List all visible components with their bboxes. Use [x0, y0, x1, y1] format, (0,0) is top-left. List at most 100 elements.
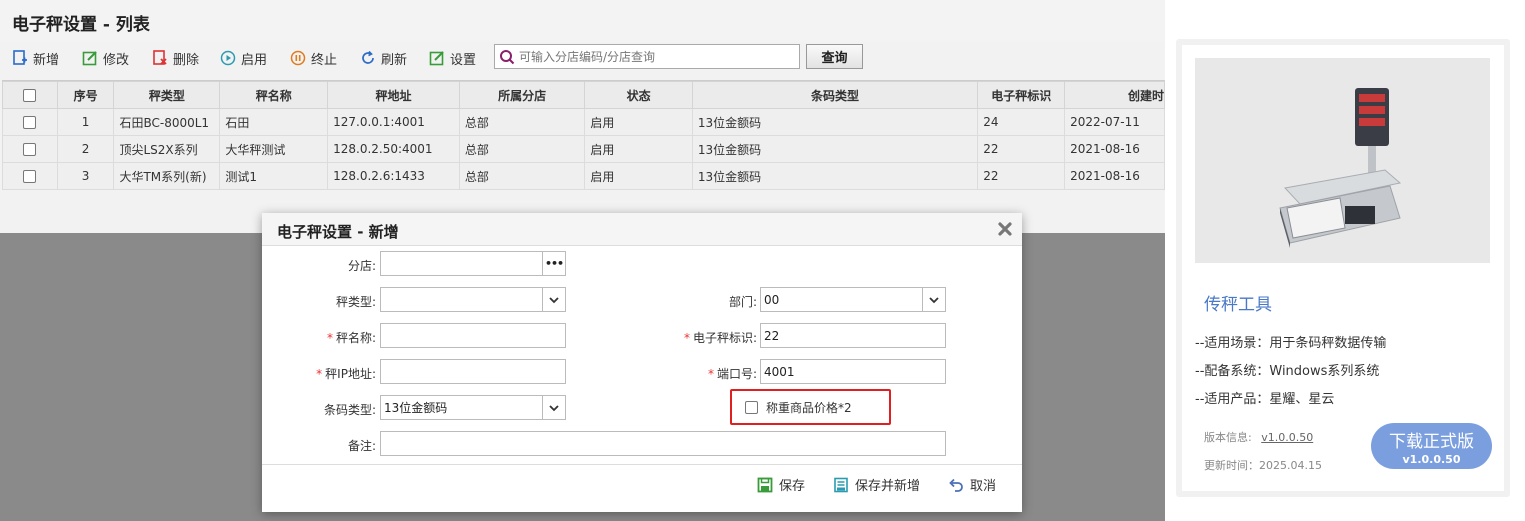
barcode-type-label-text: 条码类型:	[323, 403, 376, 417]
table-cell: 启用	[584, 162, 693, 190]
row-checkbox[interactable]	[23, 143, 37, 156]
column-header[interactable]: 创建时	[1064, 81, 1165, 109]
cancel-button[interactable]: 取消	[948, 475, 996, 494]
play-icon	[220, 50, 236, 66]
table-cell: 22	[977, 135, 1066, 163]
table-cell: 13位金额码	[691, 108, 979, 136]
refresh-label: 刷新	[381, 52, 408, 68]
table-cell: 2021-08-16	[1064, 135, 1165, 163]
table-cell: 2021-08-16	[1064, 162, 1165, 190]
search-input[interactable]	[519, 49, 789, 64]
branch-label-text: 分店:	[347, 259, 376, 273]
table-cell: 13位金额码	[691, 135, 979, 163]
double-price-checkbox[interactable]	[745, 401, 758, 414]
department-label-text: 部门:	[728, 295, 757, 309]
search-box[interactable]	[494, 44, 800, 69]
select-all-header[interactable]	[2, 81, 58, 109]
table-row[interactable]: 1 石田BC-8000L1 石田 127.0.0.1:4001 总部 启用 13…	[2, 108, 1165, 136]
table-cell: 24	[977, 108, 1066, 136]
table-cell: 石田	[219, 108, 329, 136]
table-cell: 127.0.0.1:4001	[327, 108, 460, 136]
required-mark: *	[707, 367, 714, 381]
table-cell: 测试1	[219, 162, 329, 190]
table-cell: 总部	[458, 135, 586, 163]
table-row[interactable]: 2 顶尖LS2X系列 大华秤测试 128.0.2.50:4001 总部 启用 1…	[2, 135, 1165, 163]
download-button[interactable]: 下载正式版 v1.0.0.50	[1371, 423, 1492, 469]
column-header[interactable]: 序号	[56, 81, 115, 109]
table-cell: 22	[977, 162, 1066, 190]
refresh-button[interactable]: 刷新	[360, 49, 408, 68]
search-icon	[500, 49, 515, 64]
tool-desc-line: --配备系统：Windows系列系统	[1195, 364, 1380, 379]
table-header-row: 序号 秤类型 秤名称 秤地址 所属分店 状态 条码类型 电子秤标识 创建时	[2, 81, 1165, 109]
add-button[interactable]: 新增	[12, 49, 59, 68]
scale-id-label-text: 电子秤标识:	[692, 331, 757, 345]
table-cell: 启用	[584, 108, 693, 136]
dialog-footer-divider	[262, 464, 1022, 465]
column-header[interactable]: 电子秤标识	[977, 81, 1066, 109]
more-icon[interactable]: •••	[542, 252, 565, 275]
tool-card-inner: 传秤工具 --适用场景：用于条码秤数据传输 --配备系统：Windows系列系统…	[1182, 45, 1504, 491]
double-price-checkbox-row[interactable]: 称重商品价格*2	[745, 399, 852, 416]
column-header[interactable]: 秤地址	[327, 81, 460, 109]
row-select[interactable]	[2, 162, 58, 190]
stop-label: 终止	[311, 52, 338, 68]
scale-ip-input[interactable]	[380, 359, 566, 384]
select-all-checkbox[interactable]	[23, 89, 37, 102]
port-input[interactable]: 4001	[760, 359, 946, 384]
enable-button[interactable]: 启用	[220, 49, 267, 68]
table-cell: 1	[56, 108, 115, 136]
department-select[interactable]: 00	[760, 287, 946, 312]
scale-name-input[interactable]	[380, 323, 566, 348]
title-bar: 电子秤设置 - 列表	[0, 0, 1165, 42]
column-header[interactable]: 所属分店	[458, 81, 586, 109]
chevron-down-icon[interactable]	[922, 288, 945, 311]
table-row[interactable]: 3 大华TM系列(新) 测试1 128.0.2.6:1433 总部 启用 13位…	[2, 162, 1165, 190]
row-select[interactable]	[2, 108, 58, 136]
row-checkbox[interactable]	[23, 170, 37, 183]
download-label: 下载正式版	[1389, 432, 1474, 452]
row-checkbox[interactable]	[23, 116, 37, 129]
port-label-text: 端口号:	[716, 367, 757, 381]
save-button[interactable]: 保存	[757, 475, 805, 494]
table-cell: 128.0.2.50:4001	[327, 135, 460, 163]
department-label: 部门:	[672, 293, 757, 310]
chevron-down-icon[interactable]	[542, 396, 565, 419]
delete-label: 删除	[173, 52, 200, 68]
version-link[interactable]: v1.0.0.50	[1261, 431, 1313, 444]
main-app: 电子秤设置 - 列表 新增 修改 删除 启用 终止 刷新 设置 查询	[0, 0, 1165, 521]
column-header[interactable]: 条码类型	[691, 81, 979, 109]
row-select[interactable]	[2, 135, 58, 163]
version-info: 版本信息: v1.0.0.50	[1204, 429, 1313, 445]
edit-label: 修改	[103, 52, 130, 68]
tool-card: 传秤工具 --适用场景：用于条码秤数据传输 --配备系统：Windows系列系统…	[1176, 39, 1510, 497]
scale-type-label: 秤类型:	[302, 293, 376, 310]
delete-button[interactable]: 删除	[152, 49, 200, 68]
scale-id-input[interactable]: 22	[760, 323, 946, 348]
settings-button[interactable]: 设置	[429, 49, 476, 68]
query-button[interactable]: 查询	[806, 44, 863, 69]
branch-label: 分店:	[302, 257, 376, 274]
table-cell: 顶尖LS2X系列	[113, 135, 221, 163]
column-header[interactable]: 状态	[584, 81, 693, 109]
required-mark: *	[316, 367, 323, 381]
table-cell: 大华TM系列(新)	[113, 162, 221, 190]
remark-input[interactable]	[380, 431, 946, 456]
barcode-type-select[interactable]: 13位金额码	[380, 395, 566, 420]
tool-title[interactable]: 传秤工具	[1204, 290, 1272, 315]
table-cell: 大华秤测试	[219, 135, 329, 163]
branch-field[interactable]: •••	[380, 251, 566, 276]
edit-button[interactable]: 修改	[82, 49, 130, 68]
stop-button[interactable]: 终止	[290, 49, 338, 68]
data-grid: 序号 秤类型 秤名称 秤地址 所属分店 状态 条码类型 电子秤标识 创建时 1 …	[2, 80, 1165, 232]
table-cell: 13位金额码	[691, 162, 979, 190]
save-and-new-label: 保存并新增	[855, 479, 921, 494]
table-cell: 2022-07-11	[1064, 108, 1165, 136]
column-header[interactable]: 秤名称	[219, 81, 329, 109]
save-and-new-button[interactable]: 保存并新增	[833, 475, 920, 494]
department-value: 00	[764, 292, 780, 307]
column-header[interactable]: 秤类型	[113, 81, 221, 109]
close-icon[interactable]	[997, 221, 1013, 237]
scale-type-select[interactable]	[380, 287, 566, 312]
chevron-down-icon[interactable]	[542, 288, 565, 311]
